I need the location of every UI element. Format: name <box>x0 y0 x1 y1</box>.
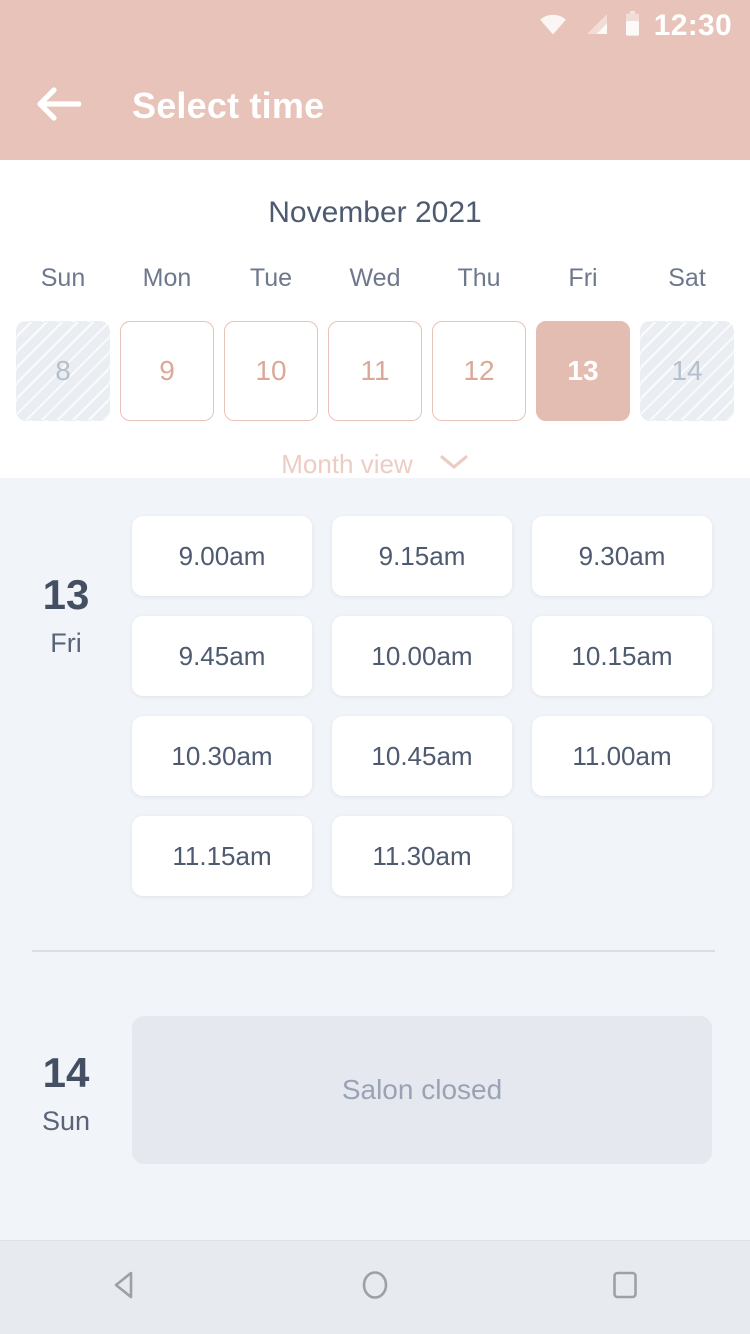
calendar-day-cell-wrap: 12 <box>427 321 531 421</box>
schedule-day-group-13: 13 Fri 9.00am 9.15am 9.30am 9.45am 10.00… <box>0 478 750 896</box>
schedule-day-number: 13 <box>42 571 90 618</box>
calendar-panel: November 2021 Sun Mon Tue Wed Thu Fri Sa… <box>0 160 750 478</box>
nav-back-button[interactable] <box>70 1241 180 1334</box>
arrow-left-icon <box>35 86 82 127</box>
page-title: Select time <box>132 85 325 126</box>
weekday-label-mon: Mon <box>142 264 192 292</box>
nav-recents-icon <box>605 1265 645 1310</box>
time-slot-grid: 9.00am 9.15am 9.30am 9.45am 10.00am 10.1… <box>132 516 750 896</box>
status-bar-clock: 12:30 <box>653 9 732 42</box>
calendar-day-11[interactable]: 11 <box>328 321 422 421</box>
schedule-day-of-week: Fri <box>50 628 82 658</box>
calendar-day-cell-wrap: 13 <box>531 321 635 421</box>
time-slot-button[interactable]: 9.30am <box>532 516 712 596</box>
schedule-scroll-area[interactable]: 13 Fri 9.00am 9.15am 9.30am 9.45am 10.00… <box>0 478 750 1240</box>
weekday-label-sat: Sat <box>668 264 706 292</box>
time-slot-button[interactable]: 10.45am <box>332 716 512 796</box>
time-slot-button[interactable]: 11.00am <box>532 716 712 796</box>
weekday-label-sun: Sun <box>40 264 86 292</box>
time-slot-button[interactable]: 11.15am <box>132 816 312 896</box>
nav-recents-button[interactable] <box>570 1241 680 1334</box>
calendar-day-row: 8 9 10 11 12 13 14 <box>0 321 750 421</box>
cellular-signal-icon <box>583 13 609 40</box>
calendar-day-cell-wrap: 9 <box>115 321 219 421</box>
time-slot-button[interactable]: 10.15am <box>532 616 712 696</box>
calendar-day-9[interactable]: 9 <box>120 321 214 421</box>
app-bar: Select time <box>0 52 750 160</box>
time-slot-button[interactable]: 10.00am <box>332 616 512 696</box>
schedule-day-group-14: 14 Sun Salon closed <box>0 952 750 1164</box>
calendar-day-13-selected[interactable]: 13 <box>536 321 630 421</box>
weekday-label-fri: Fri <box>568 264 598 292</box>
schedule-day-side-14: 14 Sun <box>0 1016 132 1164</box>
status-icon-group <box>539 10 640 42</box>
weekday-label-wed: Wed <box>349 264 401 292</box>
month-view-toggle[interactable]: Month view <box>0 451 750 477</box>
time-slot-button[interactable]: 9.45am <box>132 616 312 696</box>
time-slot-button[interactable]: 9.15am <box>332 516 512 596</box>
calendar-day-cell-wrap: 14 <box>635 321 739 421</box>
schedule-day-number: 14 <box>42 1049 90 1096</box>
calendar-month-label: November 2021 <box>268 196 482 229</box>
time-slot-button[interactable]: 9.00am <box>132 516 312 596</box>
back-button[interactable] <box>20 68 96 144</box>
calendar-day-cell-wrap: 8 <box>11 321 115 421</box>
schedule-day-side-13: 13 Fri <box>0 516 132 896</box>
salon-closed-banner: Salon closed <box>132 1016 712 1164</box>
calendar-day-8: 8 <box>16 321 110 421</box>
app-screen: 12:30 Select time November 2021 Sun Mon … <box>0 0 750 1334</box>
nav-home-button[interactable] <box>320 1241 430 1334</box>
calendar-day-cell-wrap: 11 <box>323 321 427 421</box>
weekday-label-thu: Thu <box>457 264 501 292</box>
month-view-label: Month view <box>281 449 413 479</box>
battery-icon <box>625 10 640 42</box>
calendar-day-12[interactable]: 12 <box>432 321 526 421</box>
status-bar: 12:30 <box>0 0 750 52</box>
calendar-weekday-header: Sun Mon Tue Wed Thu Fri Sat <box>0 266 750 291</box>
calendar-day-14: 14 <box>640 321 734 421</box>
nav-home-icon <box>355 1265 395 1310</box>
nav-back-icon <box>105 1265 145 1310</box>
weekday-label-tue: Tue <box>249 264 293 292</box>
calendar-day-cell-wrap: 10 <box>219 321 323 421</box>
time-slot-button[interactable]: 10.30am <box>132 716 312 796</box>
time-slot-button[interactable]: 11.30am <box>332 816 512 896</box>
wifi-icon <box>539 13 567 40</box>
schedule-day-of-week: Sun <box>41 1106 91 1136</box>
chevron-down-icon <box>439 453 469 476</box>
calendar-day-10[interactable]: 10 <box>224 321 318 421</box>
android-navigation-bar <box>0 1240 750 1334</box>
